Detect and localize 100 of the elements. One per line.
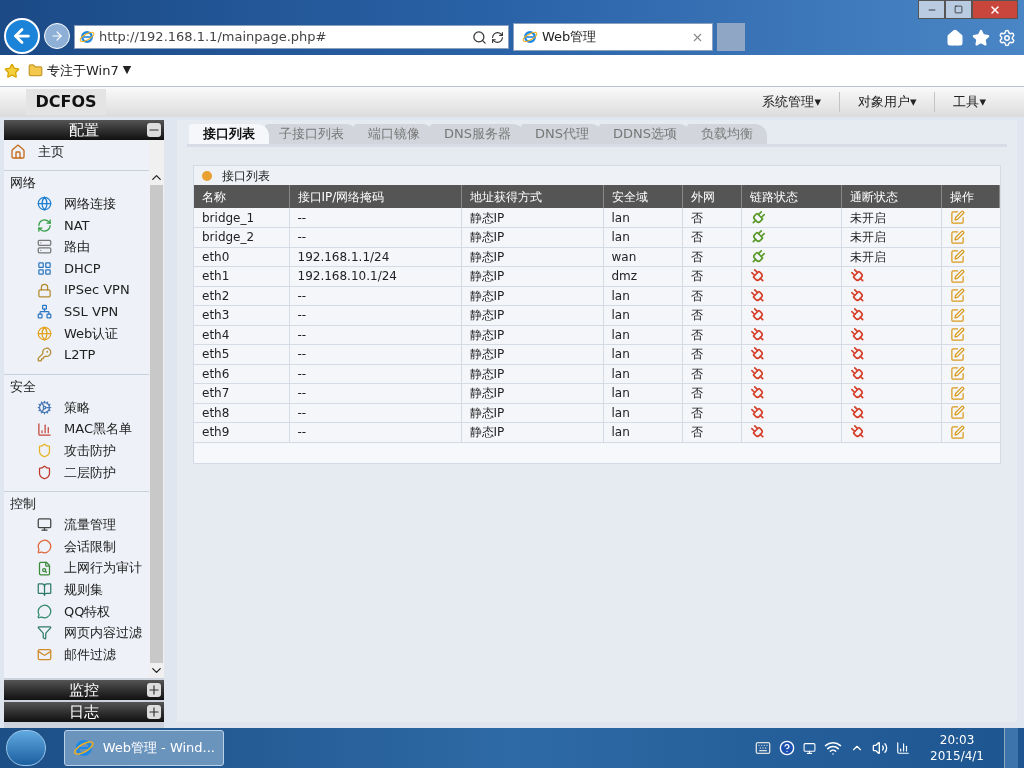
edit-icon[interactable] [949, 307, 965, 323]
table-cell: -- [289, 208, 461, 228]
wifi-icon[interactable] [824, 739, 843, 757]
sidebar-item[interactable]: 邮件过滤 [4, 643, 149, 666]
table-cell: 静态IP [461, 208, 603, 228]
edit-icon[interactable] [949, 366, 965, 382]
menu-button[interactable]: 对象用户▾ [838, 92, 935, 112]
group-title: 安全 [9, 377, 37, 396]
sidebar-header[interactable]: 配置 [4, 120, 164, 140]
sidebar-section[interactable]: 日志 [4, 702, 164, 722]
table-cell: 未开启 [841, 247, 941, 267]
table-cell: eth3 [194, 305, 289, 325]
expand-icon[interactable] [147, 683, 161, 697]
edit-icon[interactable] [949, 268, 965, 284]
table-cell: lan [603, 422, 682, 442]
favorites-icon[interactable] [972, 29, 990, 47]
home-icon[interactable] [946, 29, 964, 47]
sidebar-item[interactable]: 网络连接 [4, 193, 149, 215]
edit-icon[interactable] [949, 210, 965, 225]
minimize-button[interactable] [918, 0, 945, 19]
sidebar-item[interactable]: 策略 [4, 396, 149, 419]
edit-icon[interactable] [949, 385, 965, 401]
sidebar-item[interactable]: 攻击防护 [4, 439, 149, 462]
back-button[interactable] [4, 18, 40, 54]
expand-icon[interactable] [147, 705, 161, 719]
table-cell: eth7 [194, 383, 289, 403]
signal-icon[interactable] [896, 741, 911, 755]
show-desktop-button[interactable] [1004, 728, 1018, 768]
forward-button[interactable] [44, 23, 70, 49]
sidebar-item[interactable]: 流量管理 [4, 514, 149, 536]
sidebar-item[interactable]: SSL VPN [4, 300, 149, 323]
sidebar-item[interactable]: Web认证 [4, 322, 149, 345]
sidebar-item[interactable]: NAT [4, 214, 149, 237]
keyboard-icon[interactable] [755, 740, 772, 756]
table-cell: 192.168.10.1/24 [289, 266, 461, 286]
edit-icon[interactable] [949, 288, 965, 304]
menu-button[interactable]: 工具▾ [934, 92, 1004, 112]
volume-icon[interactable] [872, 740, 889, 756]
shield-icon [37, 464, 52, 480]
sidebar-item[interactable]: L2TP [4, 344, 149, 366]
bullet-icon [202, 170, 212, 181]
menu-button[interactable]: 系统管理▾ [744, 92, 839, 112]
clock[interactable]: 20:03 2015/4/1 [930, 732, 984, 764]
sidebar-item[interactable]: 上网行为审计 [4, 557, 149, 579]
settings-icon[interactable] [998, 29, 1016, 47]
edit-icon[interactable] [949, 405, 965, 421]
restore-button[interactable] [945, 0, 972, 19]
close-button[interactable] [972, 0, 1018, 19]
table-cell: 否 [682, 344, 741, 364]
favorites-folder[interactable]: 专注于Win7 ▼ [28, 60, 132, 81]
group-title: 控制 [9, 495, 37, 514]
filter-icon [37, 625, 52, 641]
table-cell: eth8 [194, 403, 289, 423]
sidebar-item[interactable]: 二层防护 [4, 461, 149, 484]
app-logo: DCFOS [26, 89, 106, 115]
table-cell: 否 [682, 364, 741, 384]
add-favorite-icon[interactable] [4, 62, 20, 79]
table-title: 接口列表 [222, 167, 270, 185]
display-icon[interactable] [803, 741, 817, 755]
table-cell: dmz [603, 266, 682, 286]
scrollbar[interactable] [149, 140, 164, 678]
table-cell: 静态IP [461, 364, 603, 384]
help-icon[interactable] [779, 740, 796, 756]
sidebar-item[interactable]: 规则集 [4, 578, 149, 601]
browser-tab[interactable]: Web管理 [513, 23, 713, 51]
table-cell: 未开启 [841, 208, 941, 228]
folder-icon [28, 63, 43, 78]
tab[interactable]: 接口列表 [189, 124, 269, 144]
search-icon[interactable] [472, 29, 487, 45]
table-cell: -- [289, 344, 461, 364]
grid-icon [37, 261, 52, 277]
home-link[interactable]: 主页 [4, 140, 149, 164]
sidebar-item[interactable]: 网页内容过滤 [4, 622, 149, 644]
table-cell: 否 [682, 266, 741, 286]
shield-icon [37, 443, 52, 459]
edit-icon[interactable] [949, 327, 965, 343]
sidebar-item[interactable]: 路由 [4, 236, 149, 258]
edit-icon[interactable] [949, 229, 965, 245]
sidebar-item[interactable]: MAC黑名单 [4, 418, 149, 440]
refresh-icon [37, 217, 52, 233]
table-cell: bridge_1 [194, 208, 289, 228]
address-bar[interactable]: http://192.168.1.1/mainpage.php# [74, 25, 509, 49]
start-button[interactable] [6, 730, 46, 766]
table-cell: -- [289, 325, 461, 345]
edit-icon[interactable] [949, 249, 965, 265]
table-cell: 192.168.1.1/24 [289, 247, 461, 267]
edit-icon[interactable] [949, 346, 965, 362]
sidebar-item[interactable]: QQ特权 [4, 600, 149, 623]
sidebar-item[interactable]: DHCP [4, 257, 149, 280]
key-icon [37, 347, 52, 363]
server-icon [37, 239, 52, 255]
monitor-icon [37, 517, 52, 533]
edit-icon[interactable] [949, 424, 965, 440]
sidebar-item[interactable]: 会话限制 [4, 535, 149, 558]
collapse-icon[interactable] [147, 123, 161, 137]
sidebar-section[interactable]: 监控 [4, 680, 164, 700]
refresh-icon[interactable] [491, 30, 504, 44]
table-cell: 静态IP [461, 266, 603, 286]
sidebar-item[interactable]: IPSec VPN [4, 279, 149, 301]
table-cell: wan [603, 247, 682, 267]
